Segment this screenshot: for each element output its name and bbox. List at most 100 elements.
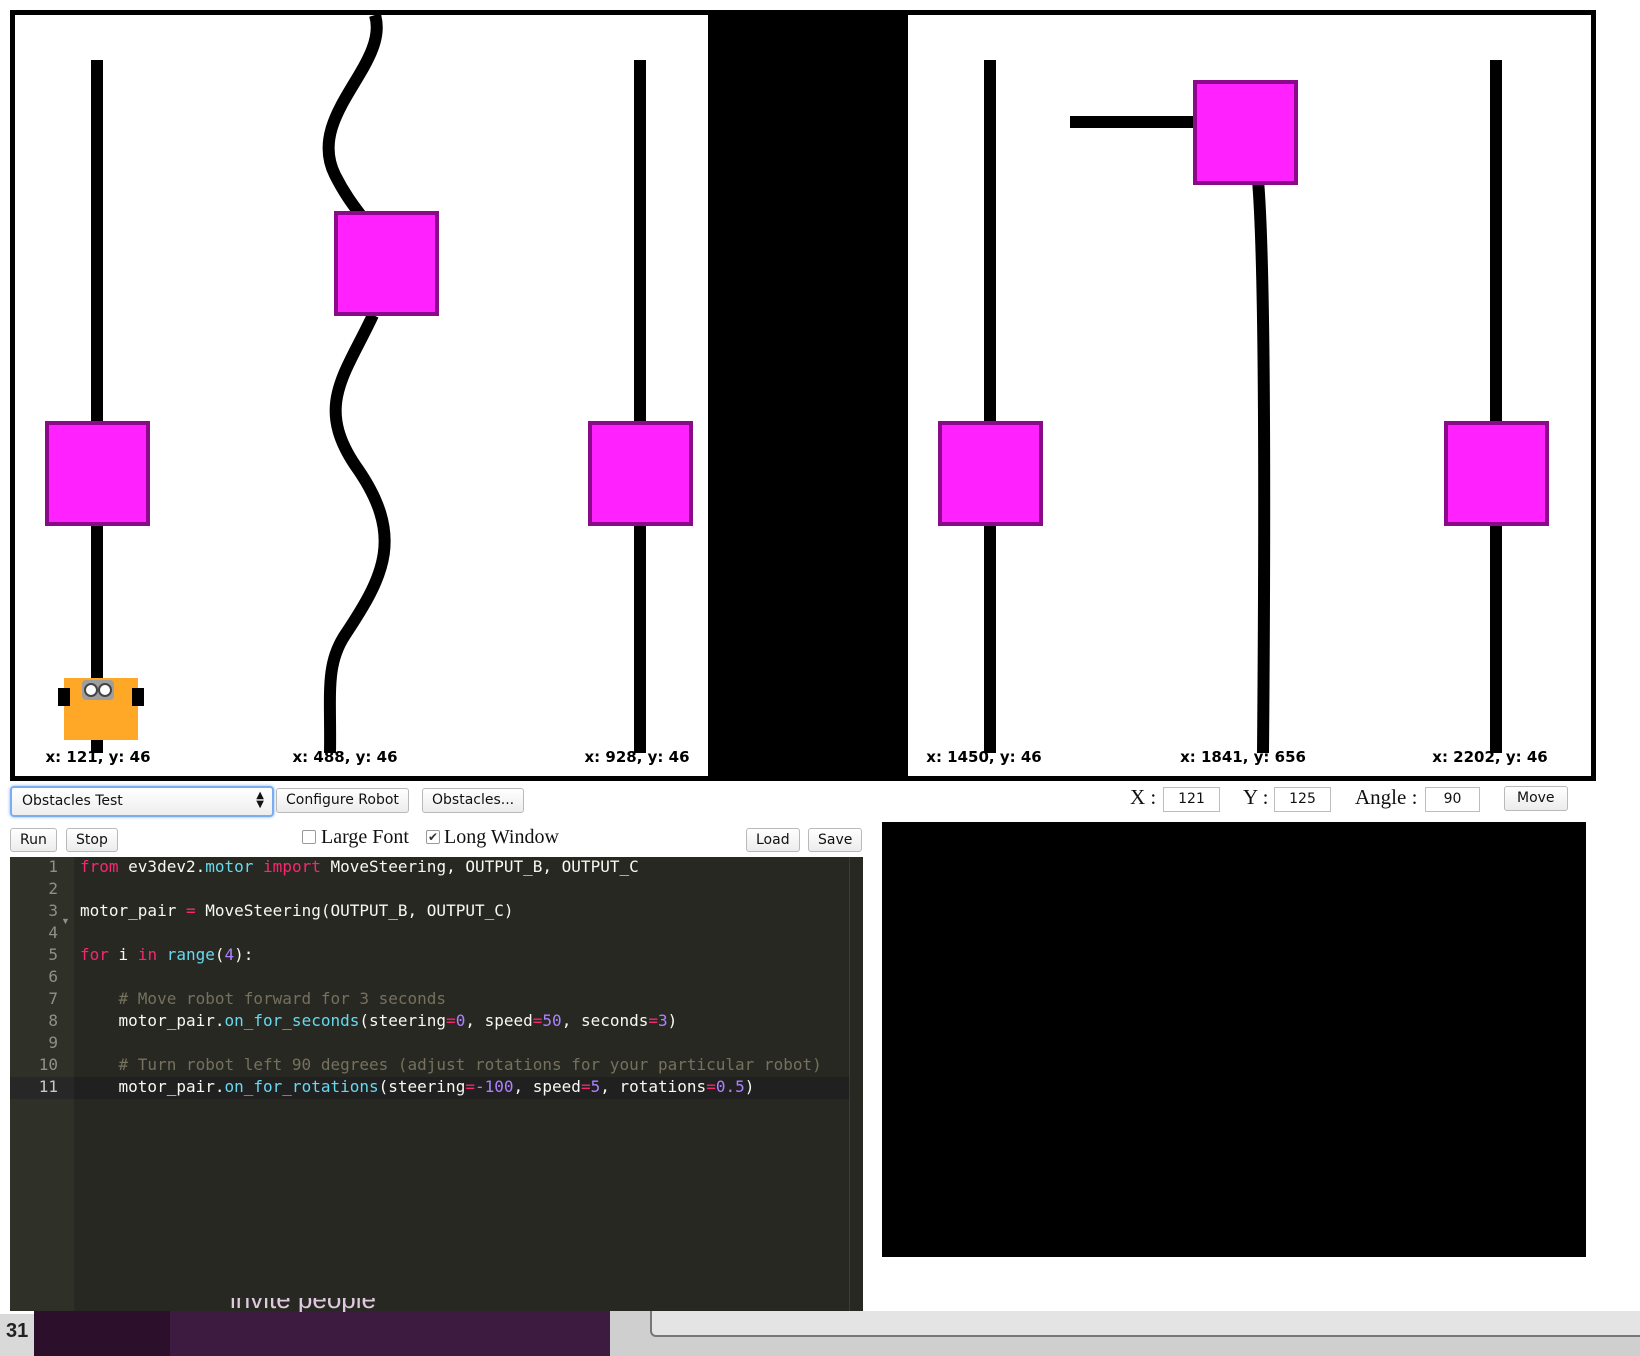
code-token: ):	[234, 945, 254, 964]
code-token: in	[137, 945, 158, 964]
large-font-label: Large Font	[321, 826, 409, 848]
select-arrows-icon: ▲ ▼	[256, 790, 264, 810]
black-divider	[708, 15, 908, 776]
obstacle-block	[938, 421, 1043, 526]
code-token: , seconds	[561, 1011, 649, 1030]
code-token: 3	[658, 1011, 668, 1030]
code-token: 50	[542, 1011, 562, 1030]
code-token: 4	[224, 945, 235, 964]
code-line[interactable]: motor_pair.on_for_rotations(steering = -10…	[80, 1077, 755, 1096]
code-line[interactable]: motor_pair = MoveSteering(OUTPUT_B, OUTP…	[80, 901, 514, 920]
code-token: MoveSteering, OUTPUT_B, OUTPUT_C	[320, 857, 639, 876]
code-line[interactable]: # Move robot forward for 3 seconds	[80, 989, 447, 1008]
code-token: =	[648, 1011, 659, 1030]
coord-label: x: 928, y: 46	[584, 748, 690, 766]
code-token: range	[166, 945, 215, 964]
code-token: on_for_seconds	[224, 1011, 360, 1030]
line-number: 2	[48, 879, 58, 898]
large-font-checkbox[interactable]	[302, 830, 316, 844]
obstacle-block	[588, 421, 693, 526]
code-token: )	[667, 1011, 678, 1030]
code-token: motor_pair.	[80, 1077, 225, 1096]
long-window-checkbox[interactable]: ✔	[426, 830, 440, 844]
world-select-value: Obstacles Test	[22, 793, 123, 809]
obstacles-button[interactable]: Obstacles...	[422, 788, 525, 813]
background-panel	[34, 1311, 170, 1356]
invite-people-text: invite people	[230, 1298, 376, 1312]
track-line-5-curved	[1070, 116, 1271, 754]
code-token: import	[263, 857, 321, 876]
line-number: 6	[48, 967, 58, 986]
line-number: 8	[48, 1011, 58, 1030]
code-token: =	[580, 1077, 591, 1096]
obstacle-block	[1444, 421, 1549, 526]
code-token: , speed	[465, 1011, 533, 1030]
background-number: 31	[6, 1320, 29, 1342]
y-input[interactable]: 125	[1274, 787, 1331, 812]
code-token: =	[446, 1011, 456, 1030]
code-token: =	[532, 1011, 543, 1030]
angle-label: Angle :	[1355, 785, 1418, 809]
simulator-arena[interactable]: x: 121, y: 46 x: 488, y: 46 x: 928, y: 4…	[10, 10, 1596, 781]
obstacle-block	[1193, 80, 1298, 185]
code-token: i	[108, 945, 138, 964]
code-token: ev3dev2.	[118, 857, 206, 876]
coord-label: x: 2202, y: 46	[1432, 748, 1548, 766]
code-line[interactable]: # Turn robot left 90 degrees (adjust rot…	[80, 1055, 822, 1074]
angle-input[interactable]: 90	[1425, 787, 1480, 812]
load-button[interactable]: Load	[746, 828, 800, 852]
code-line[interactable]: for i in range(4):	[80, 945, 253, 964]
background-invite-text: invite people	[230, 1298, 376, 1312]
code-token: MoveSteering(OUTPUT_B, OUTPUT_C)	[195, 901, 514, 920]
window-title-fragment	[30, 0, 35, 9]
coord-label: x: 1450, y: 46	[926, 748, 1042, 766]
code-token: (steering	[359, 1011, 447, 1030]
x-input[interactable]: 121	[1163, 787, 1220, 812]
code-token: =	[706, 1077, 716, 1096]
y-label: Y :	[1243, 785, 1269, 809]
code-token: on_for_rotations	[224, 1077, 379, 1096]
code-token: (steering	[378, 1077, 466, 1096]
configure-robot-button[interactable]: Configure Robot	[276, 788, 409, 813]
code-editor[interactable]: 1 2 3 4 5 6 7 8 9 10 11 ▼ from ev3dev2.motor impor…	[10, 857, 863, 1311]
code-token: , rotations	[600, 1077, 707, 1096]
move-button[interactable]: Move	[1504, 786, 1568, 811]
line-number: 4	[48, 923, 58, 942]
line-number: 3	[48, 901, 58, 920]
code-token: -100	[474, 1077, 514, 1096]
stop-button[interactable]: Stop	[66, 828, 118, 852]
console-output	[882, 822, 1586, 1257]
code-token: motor_pair	[80, 901, 186, 920]
code-token: from	[80, 857, 119, 876]
line-number: 1	[48, 857, 58, 876]
fold-arrow-icon[interactable]: ▼	[61, 916, 70, 926]
coord-label: x: 488, y: 46	[292, 748, 398, 766]
line-number: 10	[38, 1055, 58, 1074]
code-line[interactable]: from ev3dev2.motor import MoveSteering, …	[80, 857, 639, 876]
editor-scrollbar[interactable]	[849, 857, 863, 1311]
code-token: 5	[590, 1077, 601, 1096]
line-number: 7	[48, 989, 58, 1008]
code-token: , speed	[513, 1077, 581, 1096]
code-token: 0	[455, 1011, 466, 1030]
code-line[interactable]: motor_pair.on_for_seconds(steering=0, sp…	[80, 1011, 678, 1030]
run-button[interactable]: Run	[10, 828, 57, 852]
long-window-label: Long Window	[444, 826, 559, 848]
obstacle-block	[45, 421, 150, 526]
world-select[interactable]: Obstacles Test ▲ ▼	[10, 786, 274, 817]
coord-label: x: 121, y: 46	[45, 748, 151, 766]
save-button[interactable]: Save	[808, 828, 863, 852]
line-number: 5	[48, 945, 58, 964]
line-number: 9	[48, 1033, 58, 1052]
robot[interactable]	[58, 678, 144, 740]
background-window-edge	[650, 1311, 1640, 1337]
background-panel	[170, 1311, 610, 1356]
code-token: motor_pair.	[80, 1011, 225, 1030]
coord-label: x: 1841, y: 656	[1180, 748, 1306, 766]
code-token: )	[744, 1077, 755, 1096]
code-token: # Turn robot left 90 degrees (adjust rot…	[118, 1055, 822, 1074]
line-number: 11	[38, 1077, 58, 1096]
